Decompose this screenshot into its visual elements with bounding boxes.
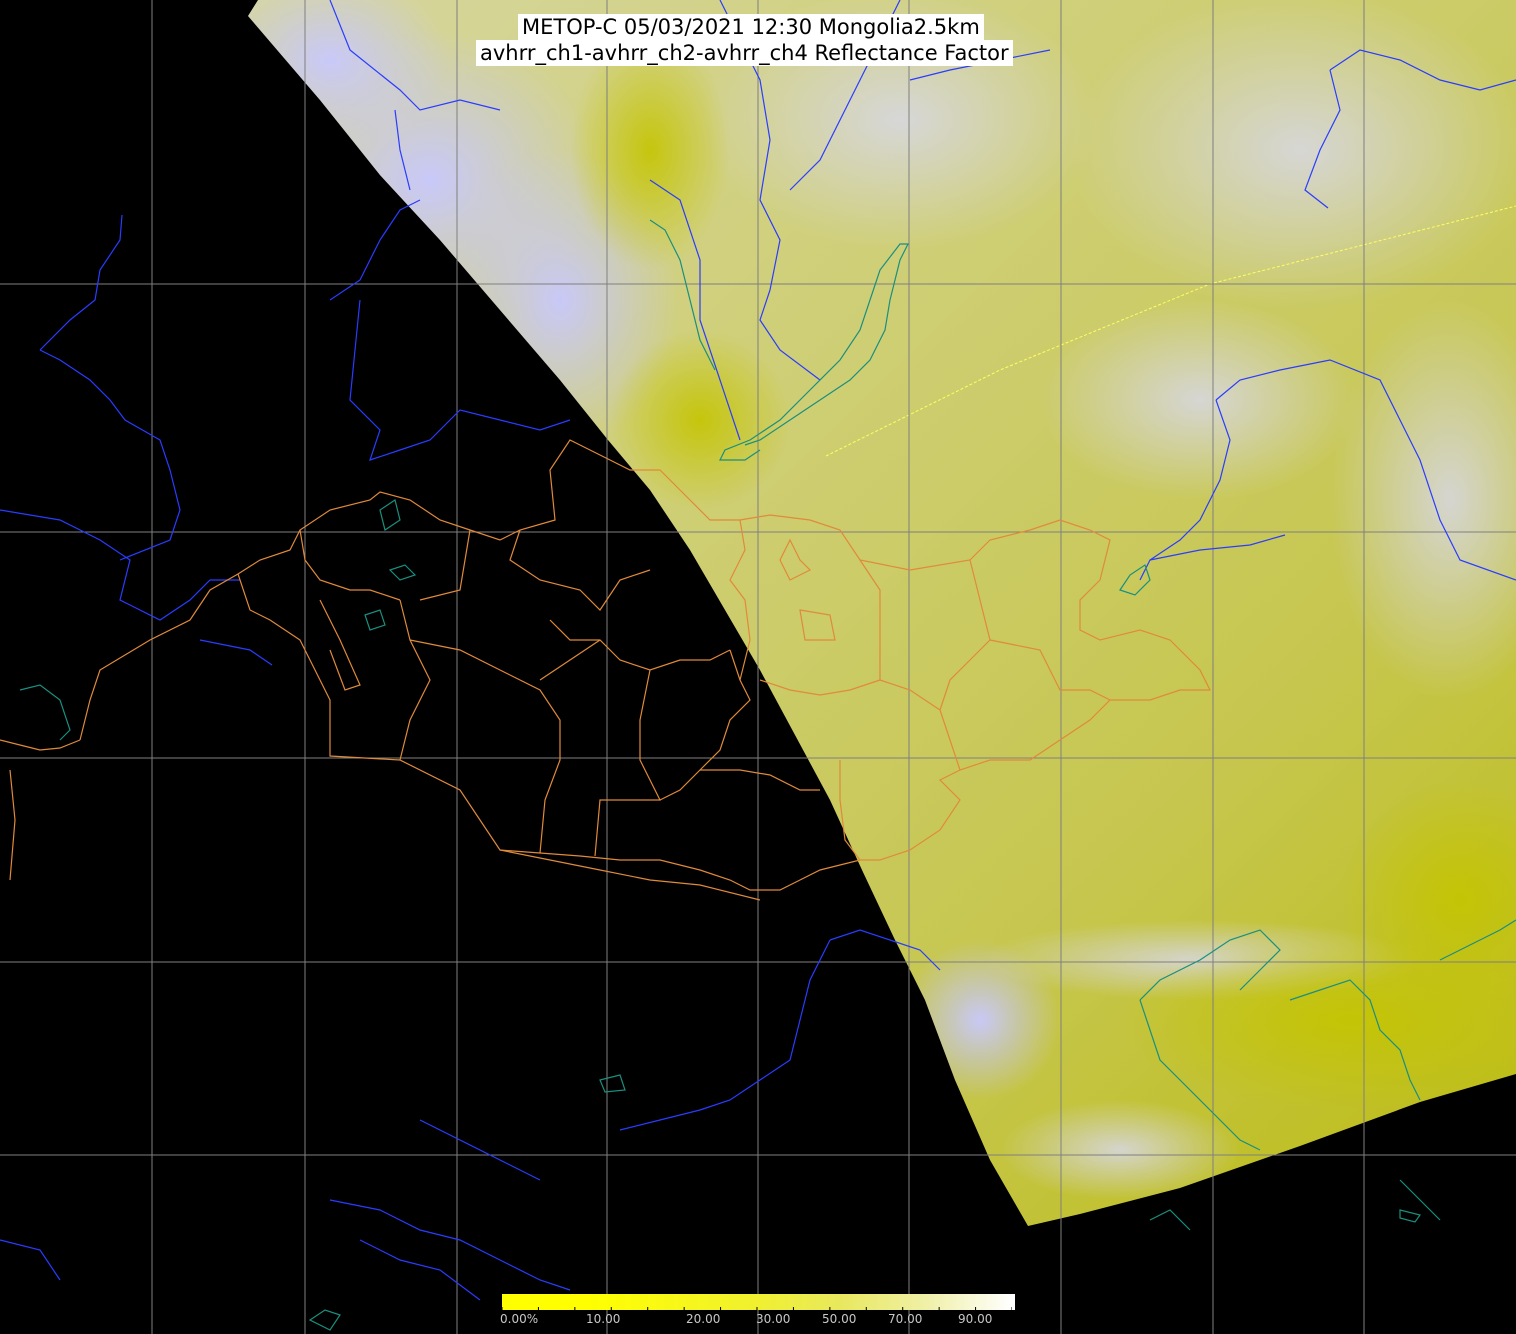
satellite-map	[0, 0, 1516, 1334]
title-line-2: avhrr_ch1-avhrr_ch2-avhrr_ch4 Reflectanc…	[476, 40, 1013, 66]
title-line-1: METOP-C 05/03/2021 12:30 Mongolia2.5km	[518, 14, 984, 40]
colorbar	[501, 1294, 1015, 1310]
satellite-swath	[248, 0, 1516, 1226]
legend-label: 50.00	[822, 1312, 857, 1326]
legend-label: 30.00	[756, 1312, 791, 1326]
legend-label: 70.00	[888, 1312, 923, 1326]
legend-label: 10.00	[586, 1312, 621, 1326]
legend-label: 20.00	[686, 1312, 721, 1326]
colorbar-end	[1012, 1294, 1015, 1310]
legend-label: 0.00%	[500, 1312, 539, 1326]
legend-label: 90.00	[958, 1312, 993, 1326]
